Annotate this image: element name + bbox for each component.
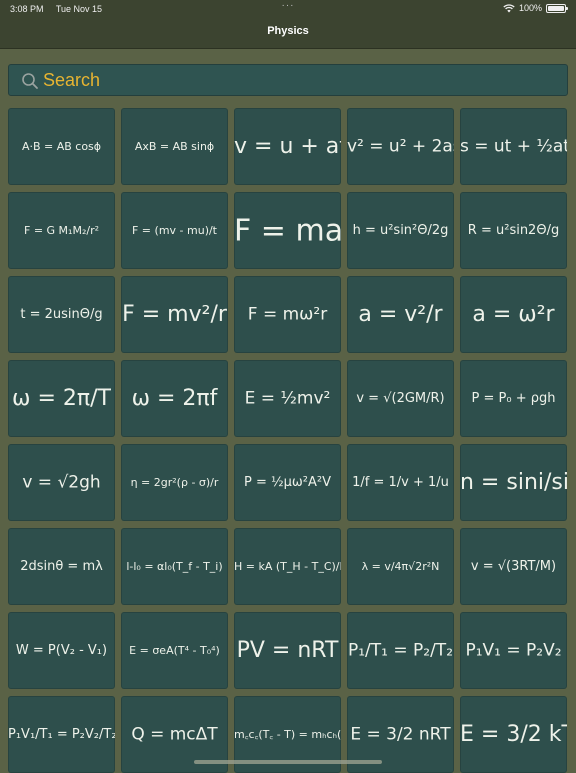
- formula-tile[interactable]: H = kA (T_H - T_C)/L: [234, 528, 341, 605]
- formula-tile[interactable]: P₁V₁/T₁ = P₂V₂/T₂: [8, 696, 115, 773]
- multitask-dots[interactable]: ···: [0, 0, 576, 12]
- formula-tile[interactable]: ω = 2π/T: [8, 360, 115, 437]
- formula-text: E = 3/2 kT: [460, 721, 567, 747]
- formula-tile[interactable]: 2dsinθ = mλ: [8, 528, 115, 605]
- formula-tile[interactable]: ω = 2πf: [121, 360, 228, 437]
- formula-tile[interactable]: F = mv²/r: [121, 276, 228, 353]
- formula-text: a = v²/r: [358, 301, 443, 327]
- formula-tile[interactable]: l-l₀ = αl₀(T_f - T_i): [121, 528, 228, 605]
- formula-tile[interactable]: s = ut + ½at²: [460, 108, 567, 185]
- formula-text: v = √2gh: [22, 472, 101, 493]
- formula-tile[interactable]: E = 3/2 kT: [460, 696, 567, 773]
- formula-text: F = G M₁M₂/r²: [24, 223, 99, 237]
- formula-text: F = (mv - mu)/t: [131, 223, 217, 237]
- formula-tile[interactable]: η = 2gr²(ρ - σ)/r: [121, 444, 228, 521]
- formula-tile[interactable]: PV = nRT: [234, 612, 341, 689]
- formula-tile[interactable]: P = ½μω²A²V: [234, 444, 341, 521]
- formula-text: λ = v/4π√2r²N: [361, 559, 440, 573]
- formula-tile[interactable]: 1/f = 1/v + 1/u: [347, 444, 454, 521]
- formula-tile[interactable]: P₁V₁ = P₂V₂: [460, 612, 567, 689]
- navigation-bar: Physics: [0, 18, 576, 49]
- formula-tile[interactable]: a = v²/r: [347, 276, 454, 353]
- formula-tile[interactable]: t = 2usinΘ/g: [8, 276, 115, 353]
- home-indicator[interactable]: [194, 760, 382, 764]
- search-bar[interactable]: [8, 64, 568, 96]
- battery-icon: [546, 3, 568, 13]
- formula-text: F = mω²r: [247, 304, 328, 325]
- formula-tile[interactable]: E = ½mv²: [234, 360, 341, 437]
- formula-tile[interactable]: W = P(V₂ - V₁): [8, 612, 115, 689]
- formula-tile[interactable]: F = mω²r: [234, 276, 341, 353]
- formula-text: η = 2gr²(ρ - σ)/r: [130, 475, 219, 489]
- formula-text: Q = mcΔT: [131, 724, 218, 745]
- formula-text: AxB = AB sinϕ: [134, 139, 215, 153]
- formula-text: n = sini/sinr: [460, 469, 567, 495]
- formula-text: E = σeA(T⁴ - T₀⁴): [129, 643, 220, 657]
- formula-tile[interactable]: E = σeA(T⁴ - T₀⁴): [121, 612, 228, 689]
- formula-text: A·B = AB cosϕ: [21, 139, 102, 153]
- search-input[interactable]: [43, 65, 543, 95]
- formula-tile[interactable]: F = G M₁M₂/r²: [8, 192, 115, 269]
- formula-text: F = mv²/r: [122, 301, 227, 327]
- formula-tile[interactable]: P = P₀ + ρgh: [460, 360, 567, 437]
- formula-text: h = u²sin²Θ/2g: [352, 222, 449, 238]
- formula-text: P = P₀ + ρgh: [471, 390, 556, 406]
- formula-text: v = √(3RT/M): [470, 558, 557, 574]
- wifi-icon: [503, 3, 515, 12]
- battery-percent: 100%: [518, 3, 542, 13]
- formula-text: v = √(2GM/R): [356, 390, 445, 406]
- formula-tile[interactable]: v² = u² + 2as: [347, 108, 454, 185]
- page-title: Physics: [267, 25, 309, 37]
- formula-text: P₁/T₁ = P₂/T₂: [347, 640, 454, 661]
- search-icon: [22, 73, 38, 89]
- formula-tile[interactable]: v = u + at: [234, 108, 341, 185]
- formula-text: ω = 2πf: [131, 385, 218, 411]
- formula-text: E = 3/2 nRT: [350, 724, 451, 745]
- formula-tile[interactable]: h = u²sin²Θ/2g: [347, 192, 454, 269]
- formula-tile[interactable]: AxB = AB sinϕ: [121, 108, 228, 185]
- formula-text: R = u²sin2Θ/g: [467, 222, 560, 238]
- formula-text: E = ½mv²: [244, 388, 331, 409]
- battery-fill: [548, 5, 564, 11]
- formula-text: l-l₀ = αl₀(T_f - T_i): [126, 559, 223, 573]
- formula-tile[interactable]: v = √(3RT/M): [460, 528, 567, 605]
- formula-text: 2dsinθ = mλ: [20, 558, 103, 574]
- formula-text: a = ω²r: [472, 301, 555, 327]
- formula-tile[interactable]: v = √2gh: [8, 444, 115, 521]
- formula-text: 1/f = 1/v + 1/u: [352, 474, 449, 490]
- formula-grid: A·B = AB cosϕ AxB = AB sinϕ v = u + at v² =…: [8, 108, 570, 773]
- formula-text: v² = u² + 2as: [347, 136, 454, 157]
- formula-tile[interactable]: A·B = AB cosϕ: [8, 108, 115, 185]
- formula-text: W = P(V₂ - V₁): [15, 642, 108, 658]
- formula-text: P₁V₁ = P₂V₂: [465, 640, 562, 661]
- status-right: 100%: [503, 3, 568, 13]
- formula-text: m꜀c꜀(T꜀ - T) = mₕcₕ(Tₕ - T): [234, 727, 341, 741]
- status-bar: 3:08 PM Tue Nov 15 ··· 100%: [0, 0, 576, 18]
- formula-text: s = ut + ½at²: [460, 136, 567, 157]
- formula-tile[interactable]: P₁/T₁ = P₂/T₂: [347, 612, 454, 689]
- formula-tile[interactable]: R = u²sin2Θ/g: [460, 192, 567, 269]
- formula-text: P₁V₁/T₁ = P₂V₂/T₂: [8, 726, 115, 742]
- formula-text: P = ½μω²A²V: [244, 474, 331, 490]
- formula-text: H = kA (T_H - T_C)/L: [234, 559, 341, 573]
- formula-text: F = ma: [234, 213, 341, 248]
- formula-text: ω = 2π/T: [12, 385, 111, 411]
- formula-tile[interactable]: F = ma: [234, 192, 341, 269]
- formula-tile[interactable]: n = sini/sinr: [460, 444, 567, 521]
- formula-tile[interactable]: a = ω²r: [460, 276, 567, 353]
- formula-tile[interactable]: λ = v/4π√2r²N: [347, 528, 454, 605]
- formula-tile[interactable]: v = √(2GM/R): [347, 360, 454, 437]
- formula-text: v = u + at: [234, 133, 341, 159]
- formula-text: t = 2usinΘ/g: [20, 306, 103, 322]
- formula-text: PV = nRT: [236, 637, 339, 663]
- formula-tile[interactable]: F = (mv - mu)/t: [121, 192, 228, 269]
